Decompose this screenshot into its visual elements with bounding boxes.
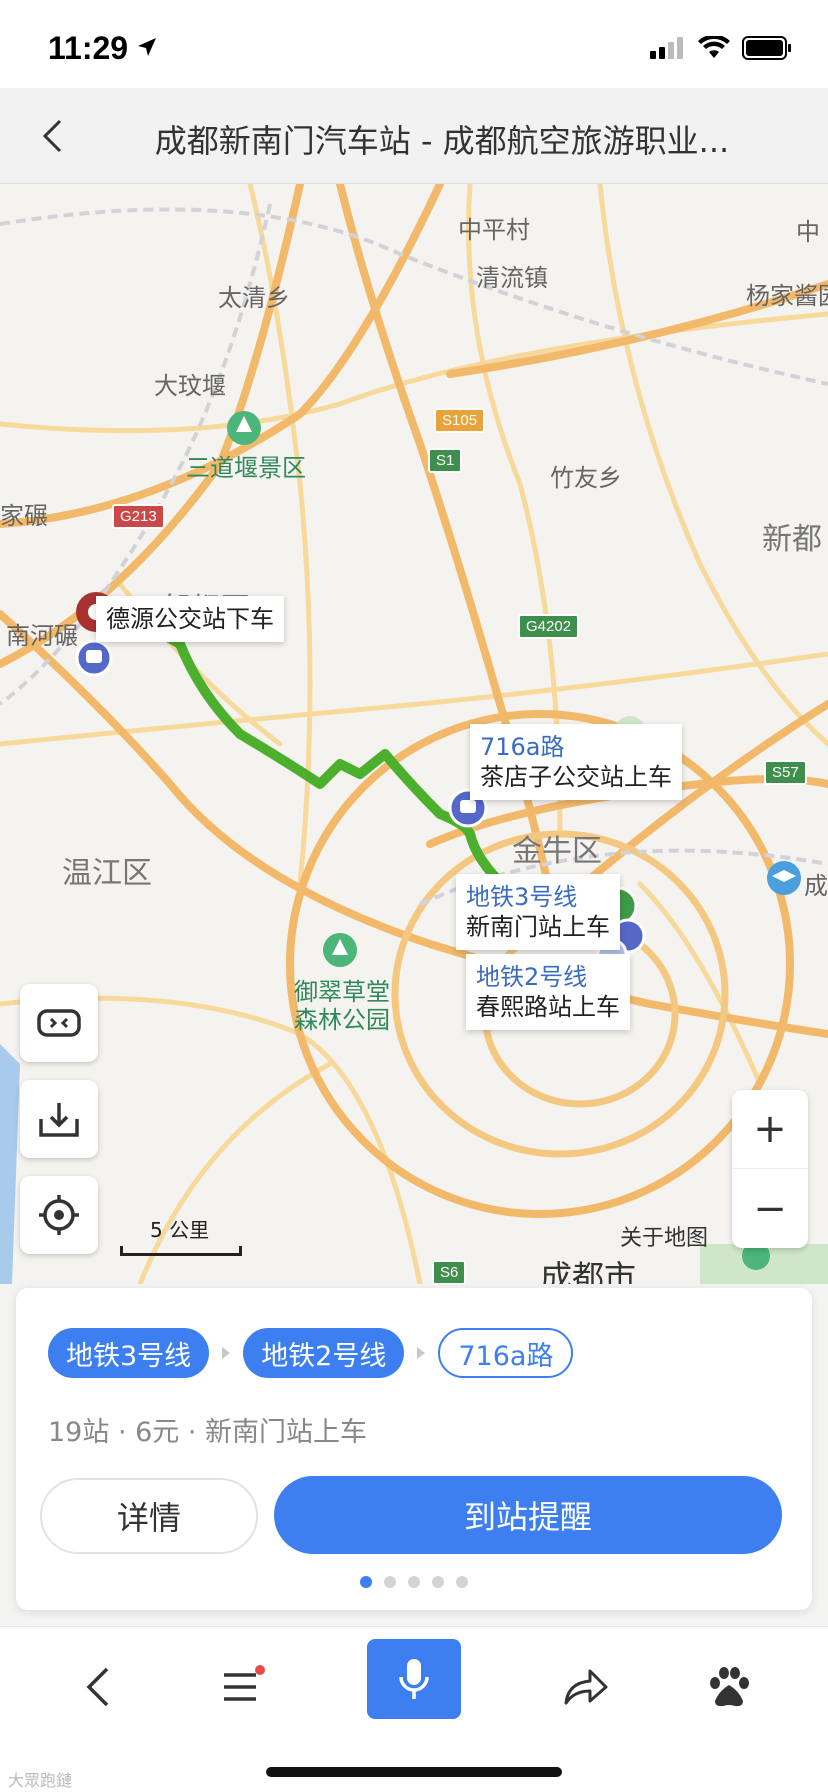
- route-card: 地铁3号线 地铁2号线 716a路 19站 · 6元 · 新南门站上车 详情 到…: [16, 1288, 812, 1610]
- status-time: 11:29: [48, 30, 129, 66]
- voice-button[interactable]: [367, 1639, 461, 1719]
- chevron-right-icon: [404, 1345, 438, 1361]
- road-badge-g213: G213: [112, 504, 165, 529]
- map-view[interactable]: 中平村 清流镇 太清乡 杨家酱园 大玟堰 三道堰景区 竹友乡 家碾 新都 郫都区…: [0, 184, 828, 1284]
- callout-alight-text: 德源公交站下车: [106, 605, 274, 633]
- page-dot: [432, 1576, 444, 1588]
- scale-label: 5 公里: [150, 1218, 210, 1242]
- road-badge-g4202: G4202: [518, 614, 580, 639]
- back-nav-button[interactable]: [52, 1647, 142, 1727]
- zoom-control: + −: [732, 1090, 808, 1248]
- menu-icon: [224, 1665, 265, 1701]
- place-label-zhuyouxiang: 竹友乡: [550, 464, 622, 492]
- place-label-qingliuzhen: 清流镇: [476, 264, 548, 292]
- place-label-jianian: 家碾: [0, 502, 48, 530]
- status-indicators: [650, 36, 792, 60]
- microphone-icon: [399, 1659, 429, 1699]
- detail-button[interactable]: 详情: [40, 1478, 258, 1554]
- battery-icon: [742, 36, 791, 60]
- about-map-link[interactable]: 关于地图: [620, 1220, 708, 1252]
- status-bar: 11:29: [0, 0, 828, 88]
- bus-stop-start: [75, 639, 113, 677]
- zoom-out-button[interactable]: −: [732, 1169, 808, 1248]
- callout-metro3-line: 地铁3号线: [466, 883, 578, 911]
- callout-alight-deyuan[interactable]: 德源公交站下车: [96, 596, 284, 642]
- page-title: 成都新南门汽车站 - 成都航空旅游职业...: [154, 122, 730, 160]
- vr-mode-button[interactable]: [20, 984, 98, 1062]
- home-indicator: [266, 1767, 562, 1777]
- baidu-home-button[interactable]: [684, 1647, 774, 1727]
- header-bar: 成都新南门汽车站 - 成都航空旅游职业...: [0, 88, 828, 184]
- place-label-dawenyan: 大玟堰: [154, 372, 226, 400]
- wifi-icon: [698, 36, 730, 58]
- road-badge-s6: S6: [432, 1260, 467, 1284]
- share-arrow-icon: [564, 1669, 608, 1705]
- route-chips: 地铁3号线 地铁2号线 716a路: [48, 1328, 574, 1378]
- page-dot: [456, 1576, 468, 1588]
- page-dot: [384, 1576, 396, 1588]
- school-poi-marker: [767, 861, 801, 895]
- chevron-left-icon: [86, 1667, 109, 1707]
- signal-icon: [650, 37, 683, 59]
- park-poi-marker: [323, 933, 357, 967]
- place-label-taiqingxiang: 太清乡: [218, 284, 290, 312]
- back-button[interactable]: [24, 108, 80, 164]
- road-badge-s105: S105: [434, 408, 486, 433]
- page-indicator[interactable]: [16, 1576, 812, 1588]
- callout-metro2-line: 地铁2号线: [476, 963, 588, 991]
- chip-metro-3[interactable]: 地铁3号线: [48, 1328, 210, 1378]
- place-label-yangjiaqiao: 杨家酱园: [746, 282, 828, 310]
- chip-bus-716a[interactable]: 716a路: [438, 1328, 574, 1378]
- place-label-nanhenian: 南河碾: [6, 622, 78, 650]
- callout-bus-stop: 茶店子公交站上车: [480, 763, 672, 791]
- locate-crosshair-icon: [39, 1195, 79, 1235]
- callout-bus-716a[interactable]: 716a路 茶店子公交站上车: [470, 724, 682, 800]
- menu-button[interactable]: [196, 1647, 286, 1727]
- place-label-sandaoyan: 三道堰景区: [186, 454, 306, 482]
- page-dot: [360, 1576, 372, 1588]
- place-label-zhongpingcun: 中平村: [458, 216, 530, 244]
- callout-metro-2[interactable]: 地铁2号线 春熙路站上车: [466, 954, 630, 1030]
- callout-metro2-stop: 春熙路站上车: [476, 993, 620, 1021]
- chip-metro-2[interactable]: 地铁2号线: [243, 1328, 405, 1378]
- scale-bar: [120, 1246, 242, 1256]
- offline-download-button[interactable]: [20, 1080, 98, 1158]
- route-summary: 19站 · 6元 · 新南门站上车: [48, 1417, 368, 1448]
- download-tray-icon: [39, 1103, 79, 1137]
- callout-metro-3[interactable]: 地铁3号线 新南门站上车: [456, 874, 620, 950]
- vr-glasses-icon: [37, 1009, 81, 1037]
- place-label-jinniu: 金牛区: [512, 834, 602, 869]
- scenic-poi-marker: [227, 411, 261, 445]
- location-arrow-icon: [138, 38, 156, 56]
- share-button[interactable]: [540, 1647, 630, 1727]
- city-label: 成都市: [540, 1258, 637, 1284]
- place-label-zhong: 中: [796, 218, 820, 246]
- arrival-reminder-button[interactable]: 到站提醒: [274, 1476, 782, 1554]
- place-label-cheng: 成: [804, 872, 828, 900]
- chevron-right-icon: [209, 1345, 243, 1361]
- bottom-toolbar: 大眾跑鏈: [0, 1626, 828, 1792]
- baidu-paw-icon: [710, 1667, 749, 1707]
- zoom-in-button[interactable]: +: [732, 1090, 808, 1169]
- road-badge-s57: S57: [764, 760, 807, 785]
- watermark: 大眾跑鏈: [8, 1771, 73, 1790]
- map-roads: [0, 184, 828, 1284]
- road-badge-s1: S1: [428, 448, 463, 473]
- callout-bus-line: 716a路: [480, 733, 565, 761]
- place-label-wenjiang: 温江区: [62, 856, 152, 891]
- place-label-senlin: 森林公园: [294, 1006, 390, 1034]
- page-dot: [408, 1576, 420, 1588]
- chevron-left-icon: [42, 119, 62, 153]
- callout-metro3-stop: 新南门站上车: [466, 913, 610, 941]
- locate-me-button[interactable]: [20, 1176, 98, 1254]
- place-label-xindu: 新都: [762, 522, 822, 557]
